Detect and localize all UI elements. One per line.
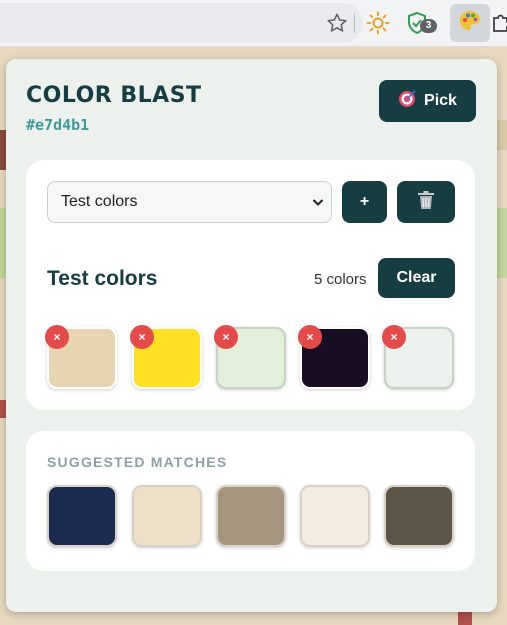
delete-palette-button[interactable] bbox=[397, 181, 455, 223]
color-blast-popup: COLOR BLAST #e7d4b1 Pick Test colors + T… bbox=[6, 59, 497, 612]
add-palette-button[interactable]: + bbox=[342, 181, 387, 223]
pick-button-label: Pick bbox=[424, 92, 457, 109]
current-color-hex[interactable]: #e7d4b1 bbox=[26, 116, 89, 134]
color-blast-extension-icon bbox=[458, 9, 482, 38]
remove-color-button[interactable]: × bbox=[214, 325, 238, 349]
background-page bbox=[497, 208, 507, 278]
sun-icon[interactable] bbox=[364, 9, 392, 37]
palette-select[interactable]: Test colors bbox=[47, 181, 332, 223]
remove-color-button[interactable]: × bbox=[298, 325, 322, 349]
pick-button[interactable]: Pick bbox=[379, 80, 476, 122]
toolbar-divider bbox=[354, 13, 355, 33]
address-bar[interactable] bbox=[0, 3, 363, 43]
palette-card: Test colors + Test colors 5 colors Clear… bbox=[26, 160, 475, 410]
color-blast-extension-button[interactable] bbox=[450, 4, 490, 42]
color-count: 5 colors bbox=[314, 271, 367, 288]
trash-icon bbox=[417, 190, 435, 215]
palette-select-value: Test colors bbox=[61, 193, 138, 210]
chevron-down-icon bbox=[311, 195, 325, 214]
suggested-swatch[interactable] bbox=[47, 485, 117, 547]
browser-toolbar: 3 bbox=[0, 0, 507, 47]
remove-color-button[interactable]: × bbox=[382, 325, 406, 349]
extension-badge: 3 bbox=[420, 19, 437, 33]
palette-name: Test colors bbox=[47, 267, 158, 290]
app-title: COLOR BLAST bbox=[26, 83, 202, 108]
background-page bbox=[497, 120, 507, 150]
palette-swatch[interactable]: × bbox=[45, 325, 117, 389]
target-icon bbox=[398, 89, 416, 113]
suggested-swatch[interactable] bbox=[132, 485, 202, 547]
palette-swatch[interactable]: × bbox=[130, 325, 202, 389]
remove-color-button[interactable]: × bbox=[45, 325, 69, 349]
background-page bbox=[458, 612, 472, 625]
suggested-card: SUGGESTED MATCHES bbox=[26, 431, 475, 571]
suggested-swatch[interactable] bbox=[216, 485, 286, 547]
palette-swatch[interactable]: × bbox=[298, 325, 370, 389]
suggested-label: SUGGESTED MATCHES bbox=[47, 454, 228, 470]
clear-button[interactable]: Clear bbox=[378, 258, 455, 298]
palette-swatch[interactable]: × bbox=[382, 325, 454, 389]
suggested-swatch[interactable] bbox=[384, 485, 454, 547]
suggested-swatch[interactable] bbox=[300, 485, 370, 547]
remove-color-button[interactable]: × bbox=[130, 325, 154, 349]
puzzle-icon[interactable] bbox=[492, 9, 507, 37]
palette-swatch[interactable]: × bbox=[214, 325, 286, 389]
star-icon[interactable] bbox=[323, 9, 351, 37]
